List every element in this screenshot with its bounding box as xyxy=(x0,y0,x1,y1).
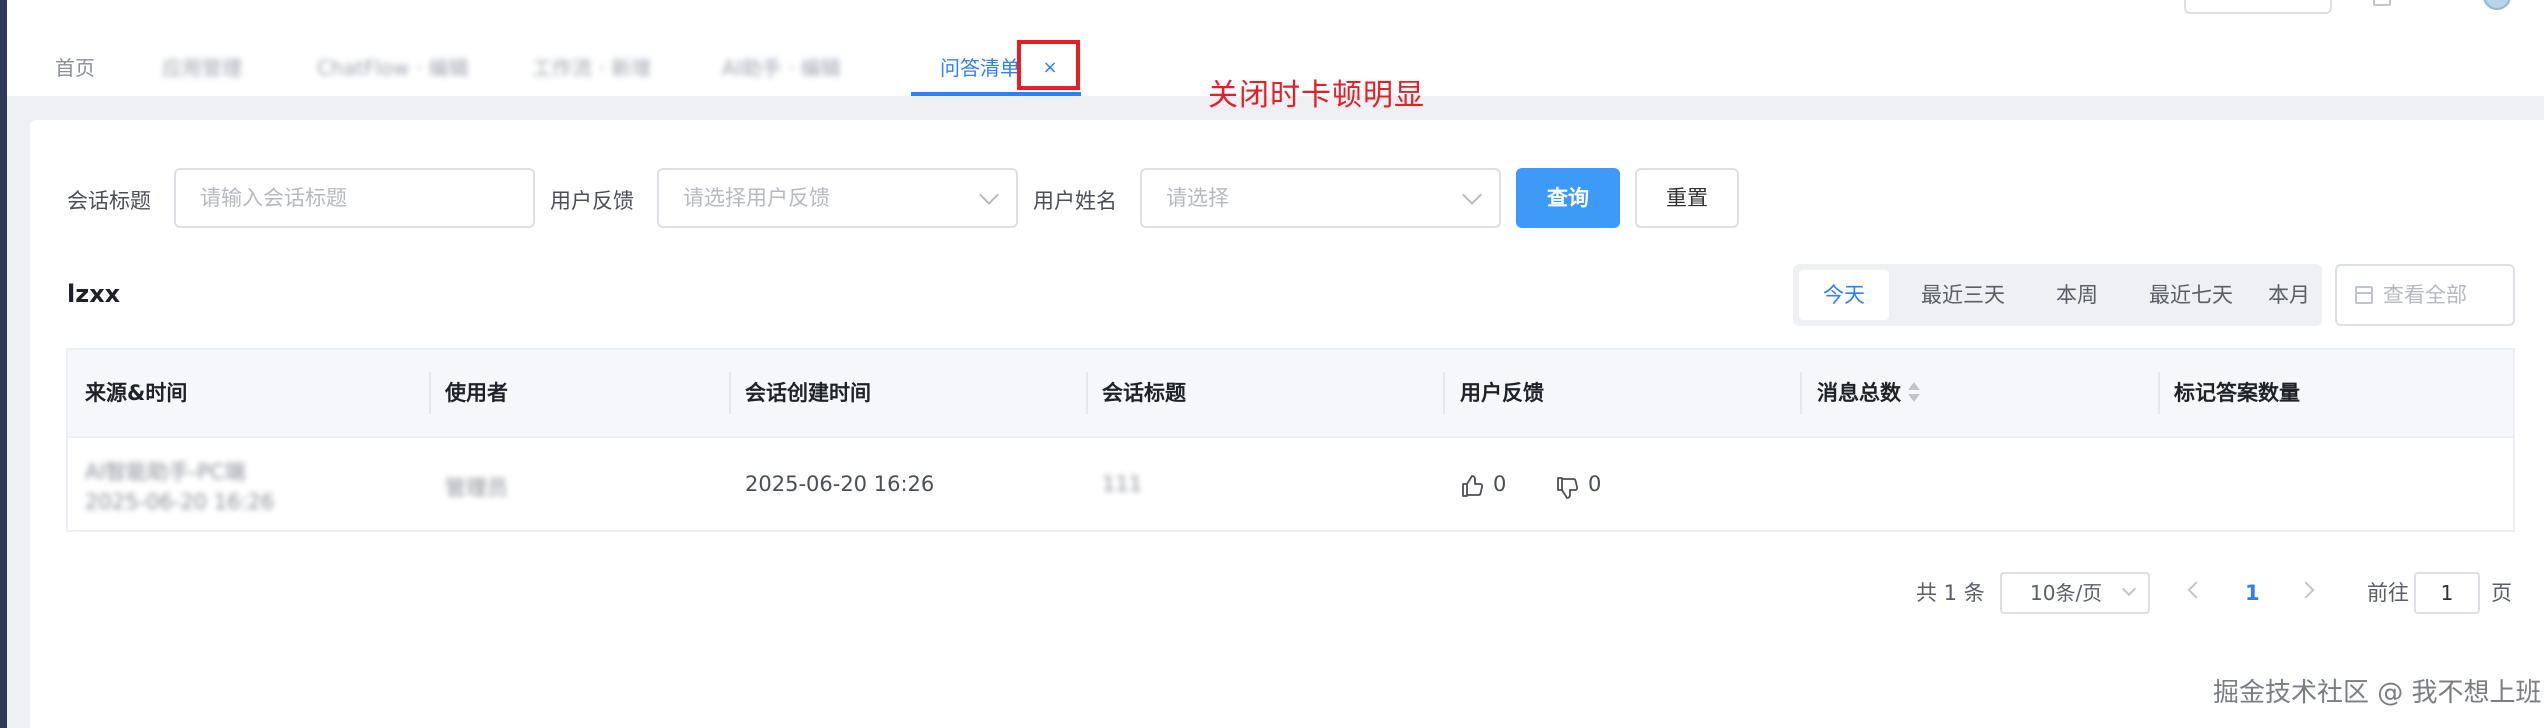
title-filter-label: 会话标题 xyxy=(67,189,151,213)
username-select[interactable]: 请选择 xyxy=(1140,168,1501,228)
chevron-down-icon xyxy=(1462,185,1482,205)
watermark: 掘金技术社区 @ 我不想上班 xyxy=(2213,678,2542,708)
current-page-number[interactable]: 1 xyxy=(2245,572,2260,614)
row-title: 111 xyxy=(1102,472,1143,496)
tab-qa-list[interactable]: 问答清单 xyxy=(940,40,1020,96)
column-conversation-title: 会话标题 xyxy=(1102,381,1186,405)
row-source-time: 2025-06-20 16:26 xyxy=(85,490,275,514)
column-user: 使用者 xyxy=(445,381,508,405)
dislike-count: 0 xyxy=(1588,472,1602,496)
header-select[interactable] xyxy=(2184,0,2332,14)
column-divider xyxy=(429,372,431,414)
tab-app-management[interactable]: 应用管理 xyxy=(162,40,242,96)
tab-home[interactable]: 首页 xyxy=(55,40,95,96)
column-divider xyxy=(2158,372,2160,414)
feedback-filter-label: 用户反馈 xyxy=(550,189,634,213)
tab-workflow-add[interactable]: 工作流 · 新增 xyxy=(532,40,651,96)
avatar[interactable] xyxy=(2483,0,2511,10)
fullscreen-icon[interactable] xyxy=(2373,0,2391,6)
username-filter-label: 用户姓名 xyxy=(1033,189,1117,213)
title-search-input[interactable]: 请输入会话标题 xyxy=(174,168,535,228)
view-all-date-picker[interactable]: 查看全部 xyxy=(2335,264,2515,326)
column-message-count[interactable]: 消息总数 xyxy=(1817,350,1901,436)
active-tab-indicator xyxy=(911,92,1081,96)
query-button[interactable]: 查询 xyxy=(1516,168,1620,228)
left-edge-strip xyxy=(0,0,7,728)
row-user: 管理员 xyxy=(445,476,508,500)
reset-button[interactable]: 重置 xyxy=(1635,168,1739,228)
page-size-value: 10条/页 xyxy=(2030,581,2103,605)
range-today[interactable]: 今天 xyxy=(1799,270,1889,320)
tab-ai-assistant-edit[interactable]: AI助手 · 编辑 xyxy=(722,40,841,96)
pagination-total: 共 1 条 xyxy=(1916,581,1985,605)
feedback-select-placeholder: 请选择用户反馈 xyxy=(683,186,830,210)
feedback-select[interactable]: 请选择用户反馈 xyxy=(657,168,1018,228)
column-source-time: 来源&时间 xyxy=(85,381,188,405)
highlight-box xyxy=(1017,40,1080,90)
username-select-placeholder: 请选择 xyxy=(1166,186,1229,210)
column-feedback: 用户反馈 xyxy=(1460,381,1544,405)
date-range-group: 今天 最近三天 本周 最近七天 本月 xyxy=(1793,264,2322,326)
page-size-select[interactable]: 10条/页 xyxy=(2000,572,2150,614)
thumbs-down-icon[interactable] xyxy=(1556,476,1580,500)
sort-icon[interactable] xyxy=(1908,382,1920,404)
column-created-time: 会话创建时间 xyxy=(745,381,871,405)
chevron-down-icon xyxy=(2121,581,2137,597)
chevron-down-icon xyxy=(979,185,999,205)
row-created-time: 2025-06-20 16:26 xyxy=(745,472,935,496)
like-count: 0 xyxy=(1493,472,1507,496)
goto-page-input[interactable]: 1 xyxy=(2414,572,2480,614)
column-marked-answers: 标记答案数量 xyxy=(2174,381,2300,405)
range-this-week[interactable]: 本周 xyxy=(2037,270,2117,320)
goto-prefix: 前往 xyxy=(2367,581,2409,605)
qa-table: 来源&时间 使用者 会话创建时间 会话标题 用户反馈 消息总数 标记答案数量 A… xyxy=(66,348,2515,532)
section-title: lzxx xyxy=(67,280,121,308)
range-last-three-days[interactable]: 最近三天 xyxy=(1897,270,2029,320)
column-divider xyxy=(1443,372,1445,414)
thumbs-up-icon[interactable] xyxy=(1461,474,1485,498)
calendar-icon xyxy=(2355,286,2373,304)
goto-suffix: 页 xyxy=(2491,581,2512,605)
annotation-text: 关闭时卡顿明显 xyxy=(1208,78,1425,113)
tab-chatflow-edit[interactable]: ChatFlow · 编辑 xyxy=(317,40,468,96)
table-header: 来源&时间 使用者 会话创建时间 会话标题 用户反馈 消息总数 标记答案数量 xyxy=(68,350,2513,438)
column-divider xyxy=(1086,372,1088,414)
column-divider xyxy=(729,372,731,414)
range-this-month[interactable]: 本月 xyxy=(2257,270,2321,320)
row-source: AI智能助手-PC端 xyxy=(85,460,246,484)
column-divider xyxy=(1800,372,1802,414)
title-input-placeholder: 请输入会话标题 xyxy=(200,186,347,210)
view-all-label: 查看全部 xyxy=(2383,283,2467,307)
range-last-seven-days[interactable]: 最近七天 xyxy=(2125,270,2257,320)
